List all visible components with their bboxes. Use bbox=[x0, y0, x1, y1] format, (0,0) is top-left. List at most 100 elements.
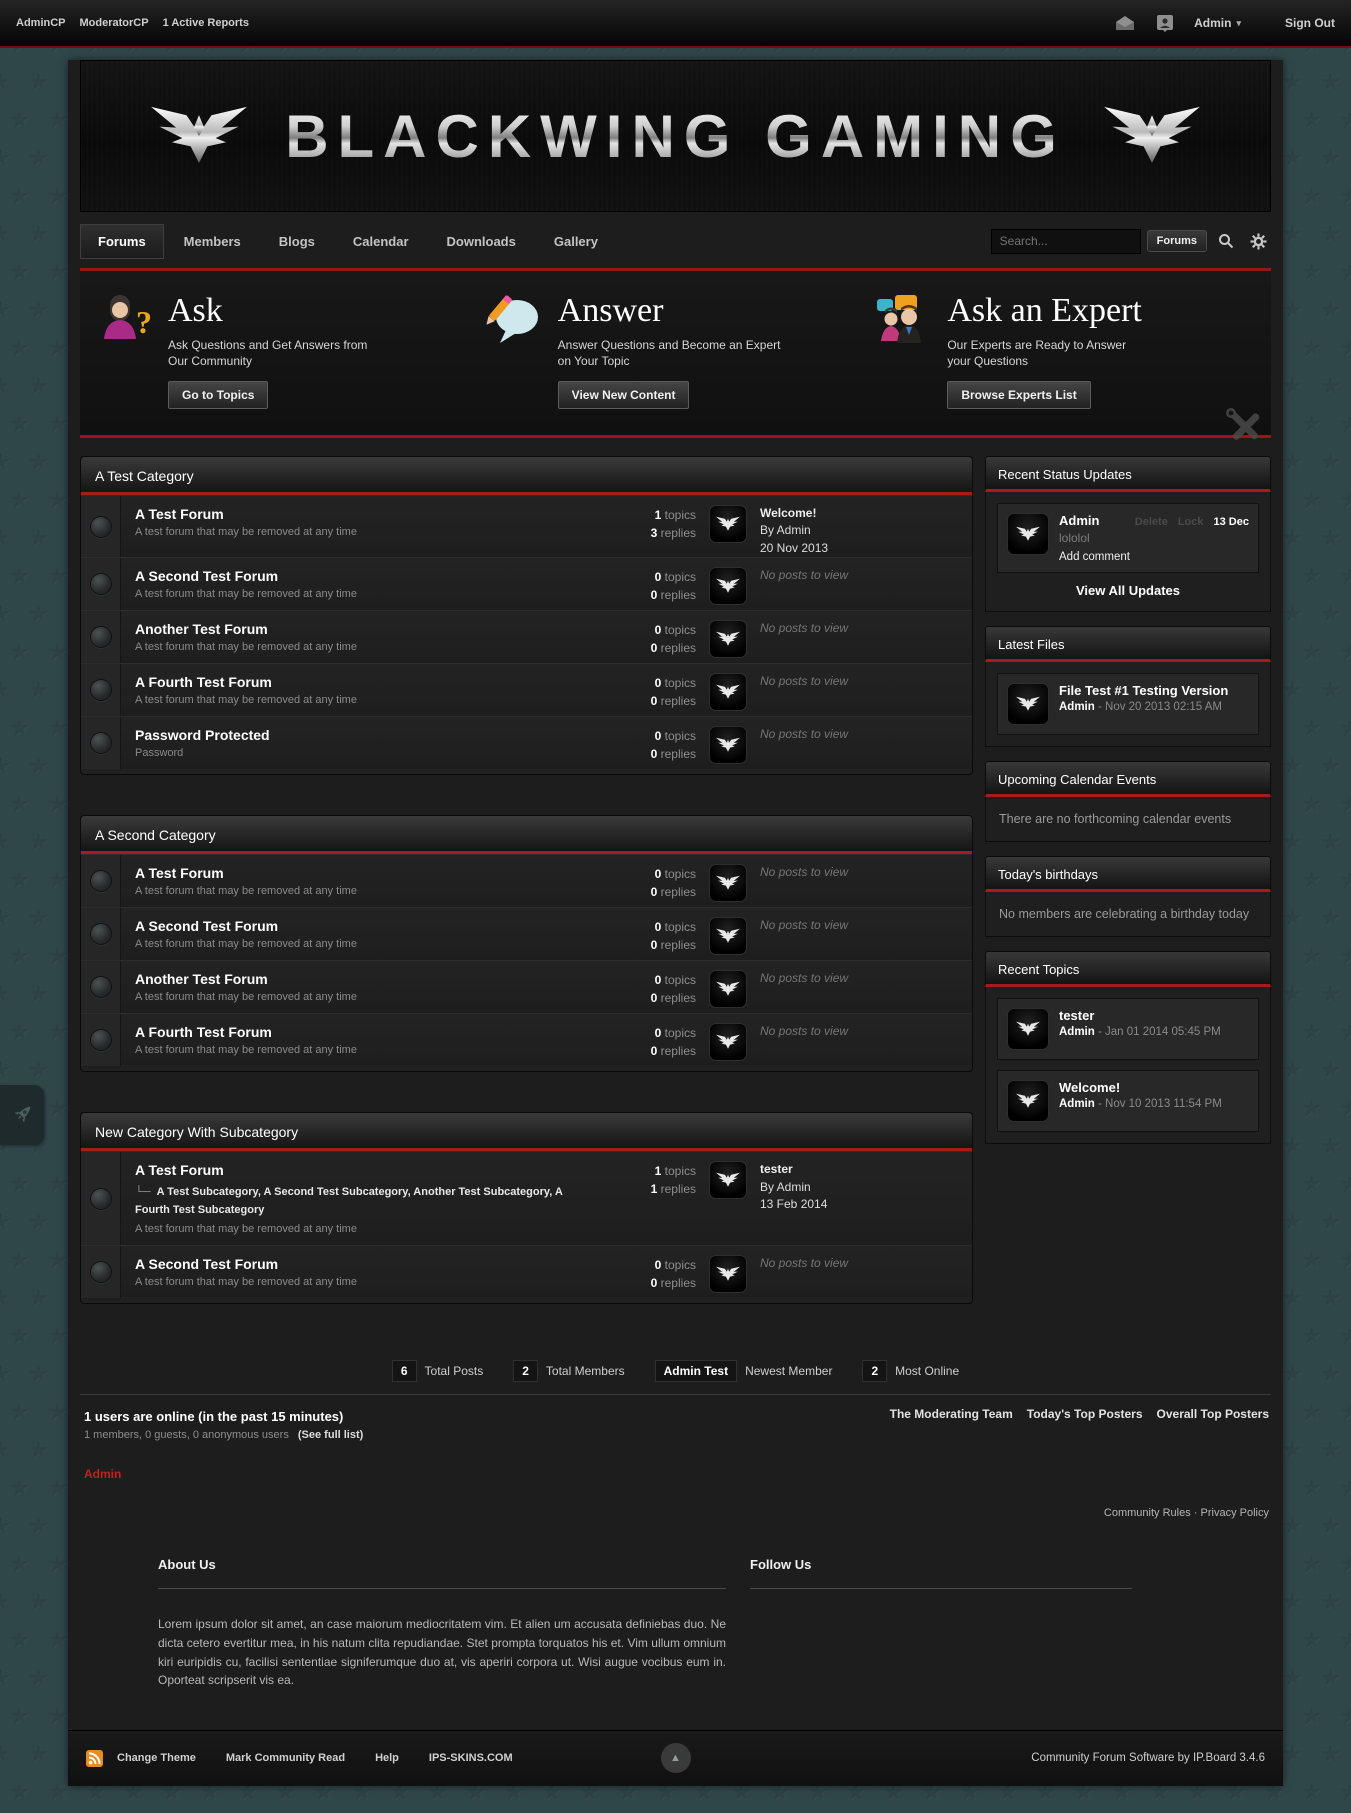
messages-envelope-icon[interactable] bbox=[1114, 14, 1136, 32]
forum-status-cell bbox=[81, 1152, 121, 1246]
avatar[interactable] bbox=[709, 1023, 747, 1062]
search-icon[interactable] bbox=[1213, 228, 1239, 254]
avatar[interactable] bbox=[1007, 683, 1049, 726]
tab-members[interactable]: Members bbox=[166, 224, 259, 259]
last-post-author[interactable]: By Admin bbox=[760, 1179, 972, 1196]
eagle-avatar-icon bbox=[715, 927, 741, 945]
forum-list-column: A Test Category A Test Forum A test foru… bbox=[80, 456, 973, 1344]
admincp-link[interactable]: AdminCP bbox=[16, 17, 66, 29]
overall-top-posters-link[interactable]: Overall Top Posters bbox=[1157, 1407, 1269, 1421]
topic-author-link[interactable]: Admin bbox=[1059, 1026, 1095, 1038]
topic-title-link[interactable]: Welcome! bbox=[1059, 1080, 1249, 1095]
admin-toolbar: AdminCP ModeratorCP 1 Active Reports Adm… bbox=[0, 0, 1351, 48]
last-post-author[interactable]: By Admin bbox=[760, 522, 972, 539]
last-post-info: No posts to view bbox=[760, 1014, 972, 1066]
help-link[interactable]: Help bbox=[375, 1752, 399, 1764]
rss-icon[interactable] bbox=[86, 1749, 103, 1767]
newest-member-value[interactable]: Admin Test bbox=[654, 1360, 738, 1383]
file-author-link[interactable]: Admin bbox=[1059, 701, 1095, 713]
most-online-label: Most Online bbox=[895, 1364, 960, 1379]
moderatorcp-link[interactable]: ModeratorCP bbox=[80, 17, 149, 29]
avatar[interactable] bbox=[709, 1161, 747, 1200]
back-to-top-button[interactable]: ▲ bbox=[660, 1743, 691, 1774]
avatar[interactable] bbox=[1007, 1008, 1049, 1051]
user-menu-dropdown[interactable]: Admin ▾ bbox=[1194, 16, 1241, 30]
browse-experts-button[interactable]: Browse Experts List bbox=[947, 381, 1091, 410]
forum-link[interactable]: A Second Test Forum bbox=[135, 1256, 604, 1272]
last-post-title[interactable]: Welcome! bbox=[760, 505, 972, 522]
ips-skins-link[interactable]: IPS-SKINS.COM bbox=[429, 1752, 513, 1764]
forum-link[interactable]: A Fourth Test Forum bbox=[135, 1024, 604, 1040]
topic-author-link[interactable]: Admin bbox=[1059, 1098, 1095, 1110]
forum-stats: 0 topics 0 replies bbox=[614, 1246, 696, 1298]
avatar[interactable] bbox=[709, 620, 747, 659]
status-delete-link[interactable]: Delete bbox=[1135, 516, 1168, 528]
tab-gallery[interactable]: Gallery bbox=[536, 224, 616, 259]
category-header[interactable]: A Test Category bbox=[81, 457, 972, 496]
no-posts-text: No posts to view bbox=[760, 971, 849, 986]
tab-downloads[interactable]: Downloads bbox=[429, 224, 534, 259]
forum-status-cell bbox=[81, 558, 121, 611]
notifications-profile-icon[interactable] bbox=[1154, 14, 1176, 32]
forum-link[interactable]: A Fourth Test Forum bbox=[135, 674, 604, 690]
tab-forums[interactable]: Forums bbox=[80, 223, 164, 259]
go-to-topics-button[interactable]: Go to Topics bbox=[168, 381, 269, 410]
forum-link[interactable]: A Test Forum bbox=[135, 1162, 604, 1178]
last-post-info: No posts to view bbox=[760, 611, 972, 663]
avatar[interactable] bbox=[1007, 1080, 1049, 1123]
search-input[interactable] bbox=[990, 228, 1141, 254]
rocket-side-tab[interactable] bbox=[0, 1085, 44, 1145]
expert-people-icon bbox=[877, 295, 922, 343]
todays-top-posters-link[interactable]: Today's Top Posters bbox=[1027, 1407, 1143, 1421]
forum-link[interactable]: A Second Test Forum bbox=[135, 918, 604, 934]
moderating-team-link[interactable]: The Moderating Team bbox=[890, 1407, 1013, 1421]
tab-blogs[interactable]: Blogs bbox=[261, 224, 333, 259]
last-poster-avatar-cell bbox=[696, 664, 760, 716]
avatar[interactable] bbox=[709, 673, 747, 712]
avatar[interactable] bbox=[709, 970, 747, 1009]
forum-link[interactable]: Another Test Forum bbox=[135, 621, 604, 637]
topic-title-link[interactable]: tester bbox=[1059, 1008, 1249, 1023]
category-header[interactable]: A Second Category bbox=[81, 816, 972, 855]
replies-label: replies bbox=[660, 747, 696, 762]
category-header[interactable]: New Category With Subcategory bbox=[81, 1113, 972, 1152]
search-scope-button[interactable]: Forums bbox=[1146, 230, 1207, 252]
mark-community-read-link[interactable]: Mark Community Read bbox=[226, 1752, 345, 1764]
active-reports-link[interactable]: 1 Active Reports bbox=[163, 17, 249, 29]
customize-wrench-icon[interactable] bbox=[1223, 405, 1267, 449]
forum-link[interactable]: A Second Test Forum bbox=[135, 568, 604, 584]
forum-status-icon bbox=[89, 1029, 112, 1052]
sign-out-link[interactable]: Sign Out bbox=[1285, 16, 1335, 30]
forum-link[interactable]: A Test Forum bbox=[135, 865, 604, 881]
tab-calendar[interactable]: Calendar bbox=[335, 224, 427, 259]
community-rules-link[interactable]: Community Rules bbox=[1104, 1507, 1191, 1519]
view-new-content-button[interactable]: View New Content bbox=[557, 381, 690, 410]
see-full-list-link[interactable]: (See full list) bbox=[298, 1429, 363, 1441]
online-member-link[interactable]: Admin bbox=[84, 1467, 1267, 1481]
view-all-updates-link[interactable]: View All Updates bbox=[997, 573, 1259, 600]
member-quick-links: The Moderating Team Today's Top Posters … bbox=[890, 1407, 1269, 1421]
file-title-link[interactable]: File Test #1 Testing Version bbox=[1059, 683, 1249, 698]
avatar[interactable] bbox=[1007, 513, 1049, 556]
avatar[interactable] bbox=[709, 1255, 747, 1294]
forum-status-cell bbox=[81, 496, 121, 558]
avatar[interactable] bbox=[709, 505, 747, 544]
subforum-list[interactable]: A Test Subcategory, A Second Test Subcat… bbox=[135, 1184, 565, 1219]
avatar[interactable] bbox=[709, 864, 747, 903]
privacy-policy-link[interactable]: Privacy Policy bbox=[1201, 1507, 1269, 1519]
subforum-names[interactable]: A Test Subcategory, A Second Test Subcat… bbox=[135, 1186, 562, 1216]
forum-link[interactable]: Password Protected bbox=[135, 727, 604, 743]
avatar[interactable] bbox=[709, 726, 747, 765]
last-post-title[interactable]: tester bbox=[760, 1161, 972, 1178]
change-theme-link[interactable]: Change Theme bbox=[117, 1752, 196, 1764]
forum-link[interactable]: Another Test Forum bbox=[135, 971, 604, 987]
forum-link[interactable]: A Test Forum bbox=[135, 506, 604, 522]
gear-icon[interactable] bbox=[1245, 228, 1271, 254]
avatar[interactable] bbox=[709, 567, 747, 606]
add-comment-link[interactable]: Add comment bbox=[1059, 551, 1249, 563]
avatar[interactable] bbox=[709, 917, 747, 956]
status-author[interactable]: Admin bbox=[1059, 513, 1099, 528]
last-poster-avatar-cell bbox=[696, 496, 760, 557]
status-lock-link[interactable]: Lock bbox=[1178, 516, 1204, 528]
replies-count: 3 bbox=[650, 526, 658, 541]
